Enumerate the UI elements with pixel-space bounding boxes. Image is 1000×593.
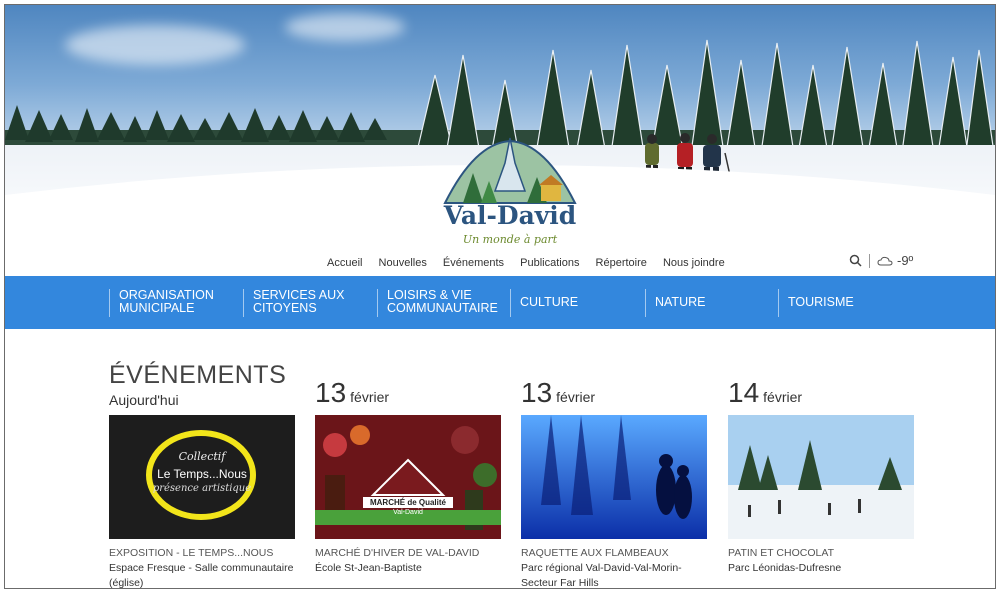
val-david-logo[interactable]: Val-David Un monde à part bbox=[435, 133, 585, 253]
event-image-marche[interactable]: MARCHÉ de Qualité Val-David bbox=[315, 415, 501, 539]
nav-services-aux-citoyens[interactable]: SERVICES AUX CITOYENS bbox=[243, 289, 363, 317]
event-caption-2[interactable]: MARCHÉ D'HIVER DE VAL-DAVID École St-Jea… bbox=[315, 546, 505, 576]
nav-nous-joindre[interactable]: Nous joindre bbox=[663, 257, 725, 269]
nav-organisation-municipale[interactable]: ORGANISATION MUNICIPALE bbox=[109, 289, 229, 317]
event-date-3: 14 février bbox=[728, 377, 803, 408]
nav-loisirs-vie-communautaire[interactable]: LOISIRS & VIE COMMUNAUTAIRE bbox=[377, 289, 502, 317]
logo-tagline: Un monde à part bbox=[462, 233, 558, 246]
logo-name: Val-David bbox=[443, 201, 577, 230]
main-navigation: ORGANISATION MUNICIPALE SERVICES AUX CIT… bbox=[5, 276, 995, 329]
nav-repertoire[interactable]: Répertoire bbox=[596, 257, 647, 269]
browser-frame: Val-David Un monde à part Accueil Nouvel… bbox=[4, 4, 996, 589]
village-emblem-icon bbox=[443, 137, 577, 204]
top-navigation: Accueil Nouvelles Événements Publication… bbox=[327, 257, 738, 269]
nav-nature[interactable]: NATURE bbox=[645, 289, 765, 317]
event-date-2: 13 février bbox=[521, 377, 596, 408]
nav-tourisme[interactable]: TOURISME bbox=[778, 289, 898, 317]
weather-temperature: -9º bbox=[897, 253, 914, 268]
events-today-label: Aujourd'hui bbox=[109, 392, 179, 408]
event-caption-4[interactable]: PATIN ET CHOCOLAT Parc Léonidas-Dufresne bbox=[728, 546, 918, 576]
nav-evenements[interactable]: Événements bbox=[443, 257, 504, 269]
events-heading: ÉVÉNEMENTS bbox=[109, 361, 287, 389]
nav-culture[interactable]: CULTURE bbox=[510, 289, 630, 317]
nav-accueil[interactable]: Accueil bbox=[327, 257, 362, 269]
event-caption-1[interactable]: EXPOSITION - LE TEMPS...NOUS Espace Fres… bbox=[109, 546, 299, 588]
weather-cloud-icon bbox=[877, 256, 893, 265]
event-image-patin[interactable] bbox=[728, 415, 914, 539]
event-image-exposition[interactable]: Collectif Le Temps...Nous présence artis… bbox=[109, 415, 295, 539]
header-tools: -9º bbox=[849, 253, 913, 268]
search-icon[interactable] bbox=[849, 254, 862, 267]
event-date-1: 13 février bbox=[315, 377, 390, 408]
event-image-raquette[interactable] bbox=[521, 415, 707, 539]
nav-nouvelles[interactable]: Nouvelles bbox=[379, 257, 427, 269]
nav-publications[interactable]: Publications bbox=[520, 257, 579, 269]
event-caption-3[interactable]: RAQUETTE AUX FLAMBEAUX Parc régional Val… bbox=[521, 546, 711, 588]
